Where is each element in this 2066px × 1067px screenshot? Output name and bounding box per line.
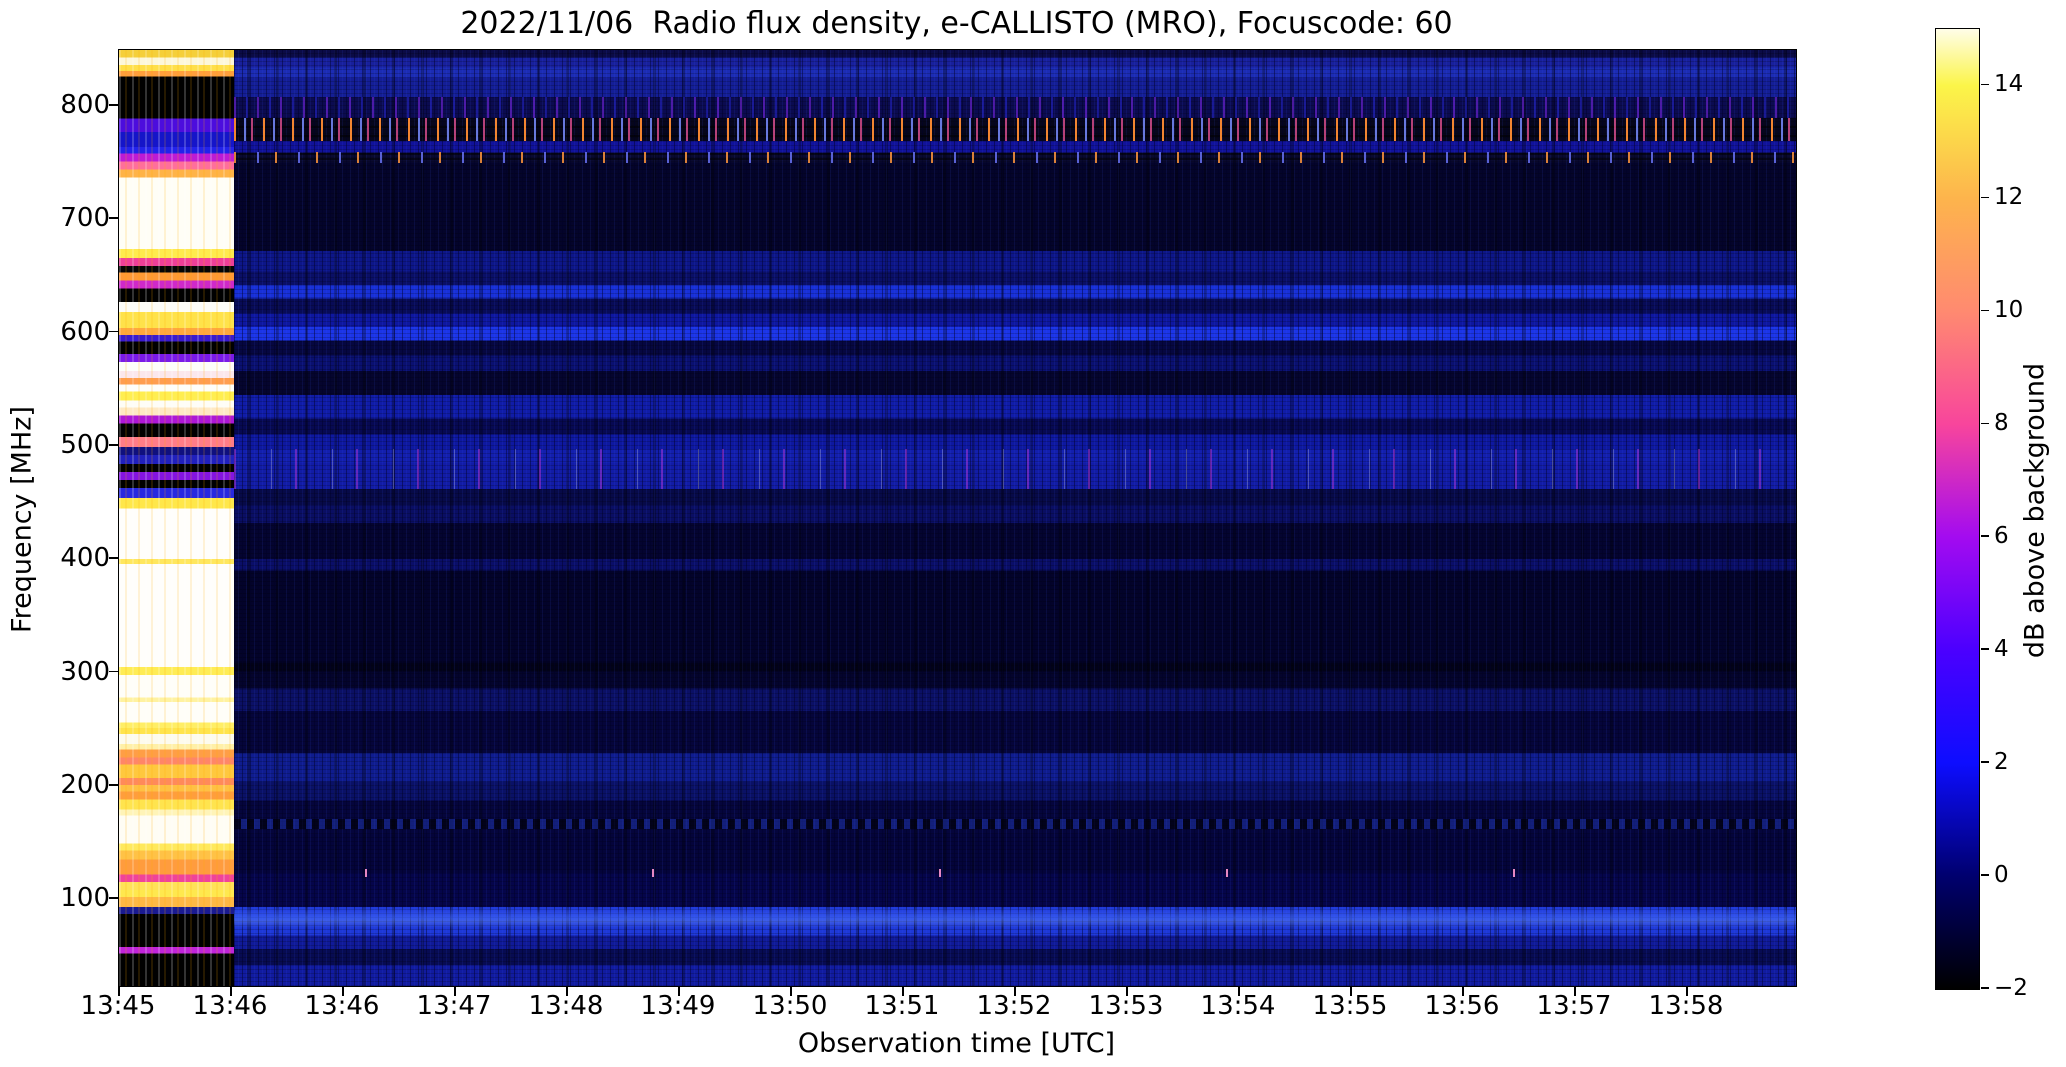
colorbar-tick-mark	[1980, 987, 1989, 989]
colorbar-tick-label: −2	[1994, 975, 2028, 1001]
colorbar	[1935, 28, 1980, 990]
rfi-speckle-magenta	[234, 449, 1796, 489]
y-tick-mark	[109, 557, 118, 560]
colorbar-tick-mark	[1980, 196, 1989, 199]
x-tick-label: 13:55	[1312, 991, 1388, 1021]
y-tick-label: 700	[60, 203, 110, 234]
y-tick-label: 600	[60, 316, 110, 347]
x-tick-label: 13:52	[976, 991, 1052, 1021]
rfi-sparse-dashes	[234, 868, 1796, 877]
y-axis-label: Frequency [MHz]	[6, 406, 38, 633]
colorbar-tick-label: 4	[1994, 636, 2009, 663]
y-tick-mark	[109, 784, 118, 786]
colorbar-tick-label: 2	[1994, 749, 2009, 776]
colorbar-tick-label: 6	[1994, 523, 2009, 550]
x-tick-label: 13:47	[416, 991, 492, 1021]
x-tick-label: 13:53	[1088, 991, 1164, 1021]
y-tick-mark	[109, 330, 118, 333]
colorbar-tick-label: 0	[1994, 862, 2009, 889]
x-tick-label: 13:51	[864, 991, 940, 1021]
x-tick-label: 13:56	[1424, 991, 1500, 1021]
colorbar-tick-mark	[1980, 422, 1989, 425]
y-tick-label: 300	[60, 656, 110, 687]
colorbar-tick-label: 8	[1994, 410, 2009, 437]
x-tick-label: 13:50	[752, 991, 828, 1021]
x-tick-label: 13:49	[640, 991, 716, 1021]
y-tick-mark	[109, 444, 118, 446]
figure-title: 2022/11/06 Radio flux density, e-CALLIST…	[460, 6, 1453, 41]
colorbar-gradient	[1936, 29, 1979, 989]
striation-overlay	[234, 50, 1796, 986]
x-tick-label: 13:48	[528, 991, 604, 1021]
colorbar-tick-mark	[1980, 309, 1989, 312]
x-tick-label: 13:58	[1648, 991, 1724, 1021]
spectrogram-figure: 2022/11/06 Radio flux density, e-CALLIST…	[0, 0, 2066, 1067]
colorbar-tick-mark	[1980, 761, 1989, 763]
y-tick-label: 200	[60, 769, 110, 800]
colorbar-label: dB above background	[2019, 362, 2051, 659]
rfi-speckle-orange2	[234, 152, 1796, 163]
colorbar-tick-label: 12	[1994, 184, 2024, 211]
y-tick-label: 400	[60, 543, 110, 574]
x-tick-label: 13:46	[304, 991, 380, 1021]
calibration-texture-overlay	[119, 50, 234, 986]
x-axis-label: Observation time [UTC]	[797, 1028, 1116, 1059]
y-tick-label: 800	[60, 89, 110, 120]
colorbar-tick-label: 14	[1994, 71, 2024, 98]
rfi-speckle-purple	[234, 96, 1796, 119]
y-tick-mark	[109, 897, 118, 899]
plot-area	[118, 49, 1797, 987]
y-tick-mark	[109, 104, 118, 106]
y-tick-mark	[109, 217, 118, 220]
rfi-dotted-row	[234, 818, 1796, 829]
x-tick-label: 13:45	[80, 991, 156, 1021]
y-tick-label: 100	[60, 883, 110, 914]
x-tick-label: 13:57	[1536, 991, 1612, 1021]
colorbar-tick-mark	[1980, 648, 1989, 650]
colorbar-tick-mark	[1980, 874, 1989, 876]
y-tick-label: 500	[60, 429, 110, 460]
rfi-band-core	[234, 907, 1796, 936]
rfi-speckle-orange	[234, 118, 1796, 142]
x-tick-label: 13:46	[192, 991, 268, 1021]
colorbar-tick-mark	[1980, 83, 1989, 86]
y-tick-mark	[109, 670, 118, 673]
colorbar-tick-mark	[1980, 535, 1989, 537]
x-tick-label: 13:54	[1200, 991, 1276, 1021]
